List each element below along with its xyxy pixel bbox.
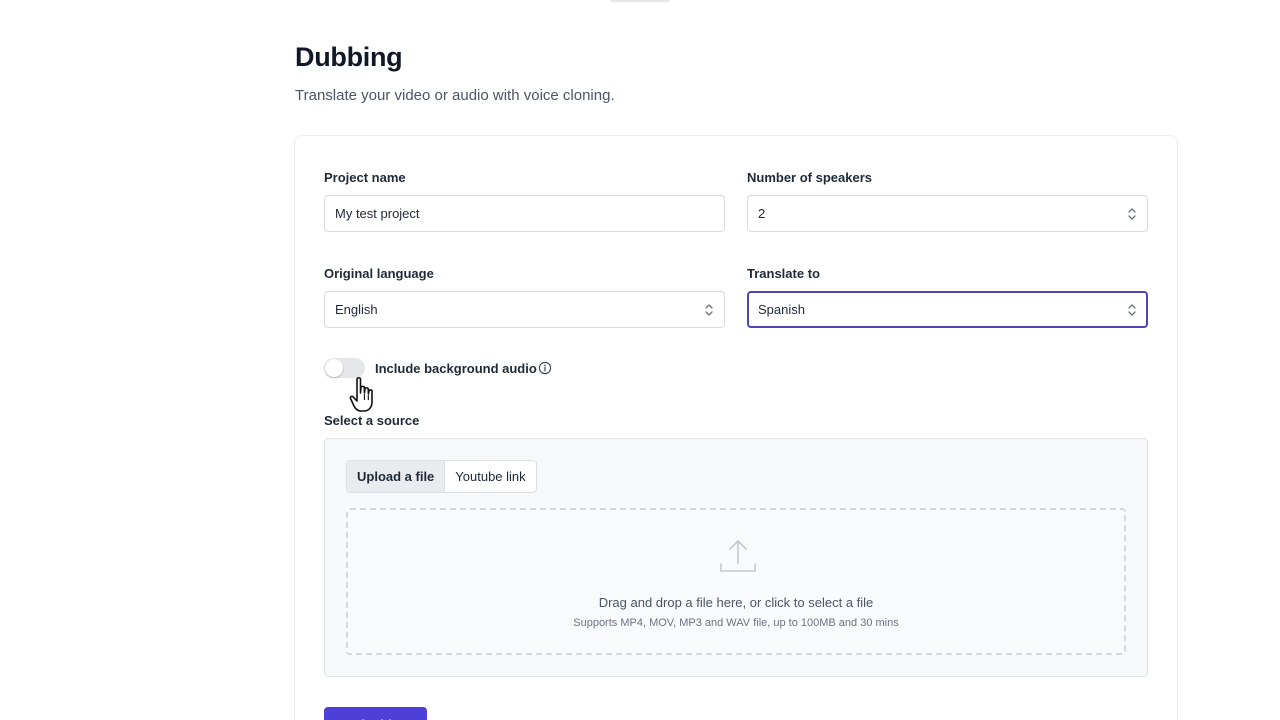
dub-video-button[interactable]: Dub video bbox=[324, 707, 427, 720]
page-title: Dubbing bbox=[295, 42, 403, 72]
tab-upload-file[interactable]: Upload a file bbox=[347, 461, 446, 492]
chevron-updown-icon bbox=[1128, 207, 1136, 220]
original-language-label: Original language bbox=[324, 266, 434, 281]
translate-to-value: Spanish bbox=[758, 302, 805, 317]
speakers-select[interactable]: 2 bbox=[747, 195, 1148, 232]
background-audio-label: Include background audio bbox=[375, 361, 537, 376]
hand-cursor-icon bbox=[349, 377, 373, 412]
info-icon[interactable] bbox=[538, 361, 552, 375]
project-name-label: Project name bbox=[324, 170, 406, 185]
tab-youtube-link[interactable]: Youtube link bbox=[445, 461, 535, 492]
top-indicator bbox=[610, 0, 670, 2]
file-dropzone[interactable]: Drag and drop a file here, or click to s… bbox=[346, 508, 1126, 655]
chevron-updown-icon bbox=[705, 303, 713, 316]
background-audio-toggle[interactable] bbox=[324, 358, 365, 378]
original-language-value: English bbox=[335, 302, 378, 317]
project-name-input[interactable] bbox=[324, 195, 725, 232]
speakers-value: 2 bbox=[758, 206, 766, 221]
translate-to-select[interactable]: Spanish bbox=[747, 291, 1148, 328]
translate-to-label: Translate to bbox=[747, 266, 820, 281]
page-subtitle: Translate your video or audio with voice… bbox=[295, 87, 615, 104]
dropzone-main-text: Drag and drop a file here, or click to s… bbox=[598, 595, 874, 610]
dropzone-sub-text: Supports MP4, MOV, MP3 and WAV file, up … bbox=[573, 617, 899, 629]
upload-icon bbox=[720, 540, 756, 572]
source-tabs: Upload a file Youtube link bbox=[346, 460, 537, 493]
speakers-label: Number of speakers bbox=[747, 170, 872, 185]
chevron-updown-icon bbox=[1128, 303, 1136, 316]
original-language-select[interactable]: English bbox=[324, 291, 725, 328]
toggle-knob bbox=[325, 359, 343, 377]
